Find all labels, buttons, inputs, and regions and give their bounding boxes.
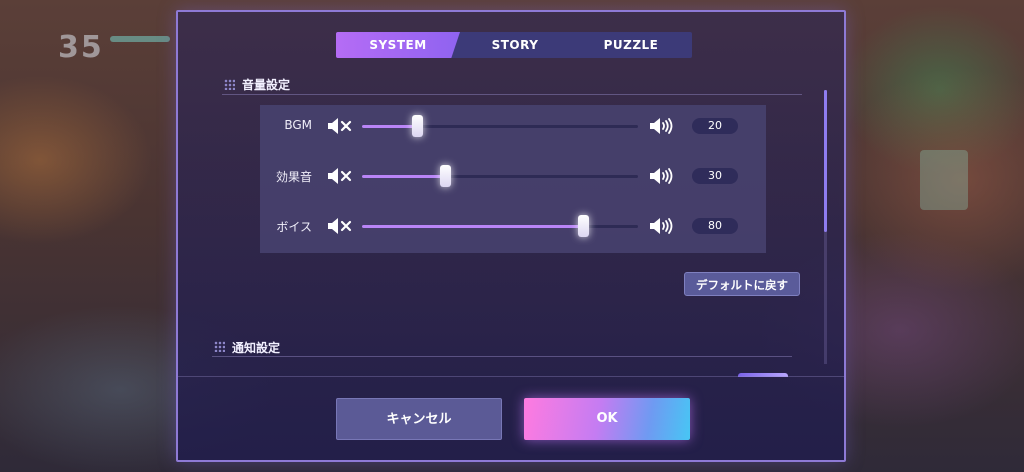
hud-number: 35 bbox=[58, 30, 104, 65]
reset-default-button[interactable]: デフォルトに戻す bbox=[684, 272, 800, 296]
volume-value: 80 bbox=[692, 218, 738, 234]
grid-icon bbox=[224, 79, 235, 90]
volume-value: 20 bbox=[692, 118, 738, 134]
hud-bar bbox=[110, 36, 170, 42]
volume-row-voice: ボイス 80 bbox=[260, 211, 766, 241]
slider-fill bbox=[362, 175, 445, 178]
volume-label: 効果音 bbox=[275, 170, 312, 184]
scrollbar-thumb[interactable] bbox=[824, 90, 827, 232]
section-divider bbox=[222, 94, 802, 95]
volume-row-sfx: 効果音 30 bbox=[260, 161, 766, 191]
tab-system[interactable]: SYSTEM bbox=[336, 32, 460, 58]
slider-knob[interactable] bbox=[412, 115, 424, 137]
mute-speaker-icon[interactable] bbox=[326, 167, 354, 185]
loud-speaker-icon[interactable] bbox=[648, 117, 676, 135]
tab-story[interactable]: STORY bbox=[460, 32, 570, 58]
scrollbar[interactable] bbox=[824, 90, 827, 364]
tab-bar: SYSTEM STORY PUZZLE bbox=[336, 32, 692, 58]
slider-knob[interactable] bbox=[439, 165, 451, 187]
slider-fill bbox=[362, 225, 583, 228]
volume-panel: BGM 20 効果音 30 ボイス 80 bbox=[260, 105, 766, 253]
slider-fill bbox=[362, 125, 418, 128]
mute-speaker-icon[interactable] bbox=[326, 117, 354, 135]
volume-slider[interactable] bbox=[362, 115, 638, 137]
volume-label: ボイス bbox=[276, 220, 312, 234]
volume-label: BGM bbox=[284, 118, 312, 132]
ok-button[interactable]: OK bbox=[524, 398, 690, 440]
grid-icon bbox=[214, 341, 225, 352]
mute-speaker-icon[interactable] bbox=[326, 217, 354, 235]
volume-row-bgm: BGM 20 bbox=[260, 111, 766, 141]
notification-section-title: 通知設定 bbox=[232, 341, 281, 355]
cancel-button[interactable]: キャンセル bbox=[336, 398, 502, 440]
tab-puzzle[interactable]: PUZZLE bbox=[570, 32, 692, 58]
settings-dialog: SYSTEM STORY PUZZLE 音量設定 BGM 20 効果音 30 ボ… bbox=[176, 10, 846, 462]
footer-divider bbox=[178, 376, 844, 377]
loud-speaker-icon[interactable] bbox=[648, 217, 676, 235]
section-divider bbox=[212, 356, 792, 357]
slider-knob[interactable] bbox=[577, 215, 589, 237]
background-poster bbox=[920, 150, 968, 210]
volume-value: 30 bbox=[692, 168, 738, 184]
loud-speaker-icon[interactable] bbox=[648, 167, 676, 185]
volume-slider[interactable] bbox=[362, 215, 638, 237]
volume-section-title: 音量設定 bbox=[242, 78, 291, 92]
volume-slider[interactable] bbox=[362, 165, 638, 187]
